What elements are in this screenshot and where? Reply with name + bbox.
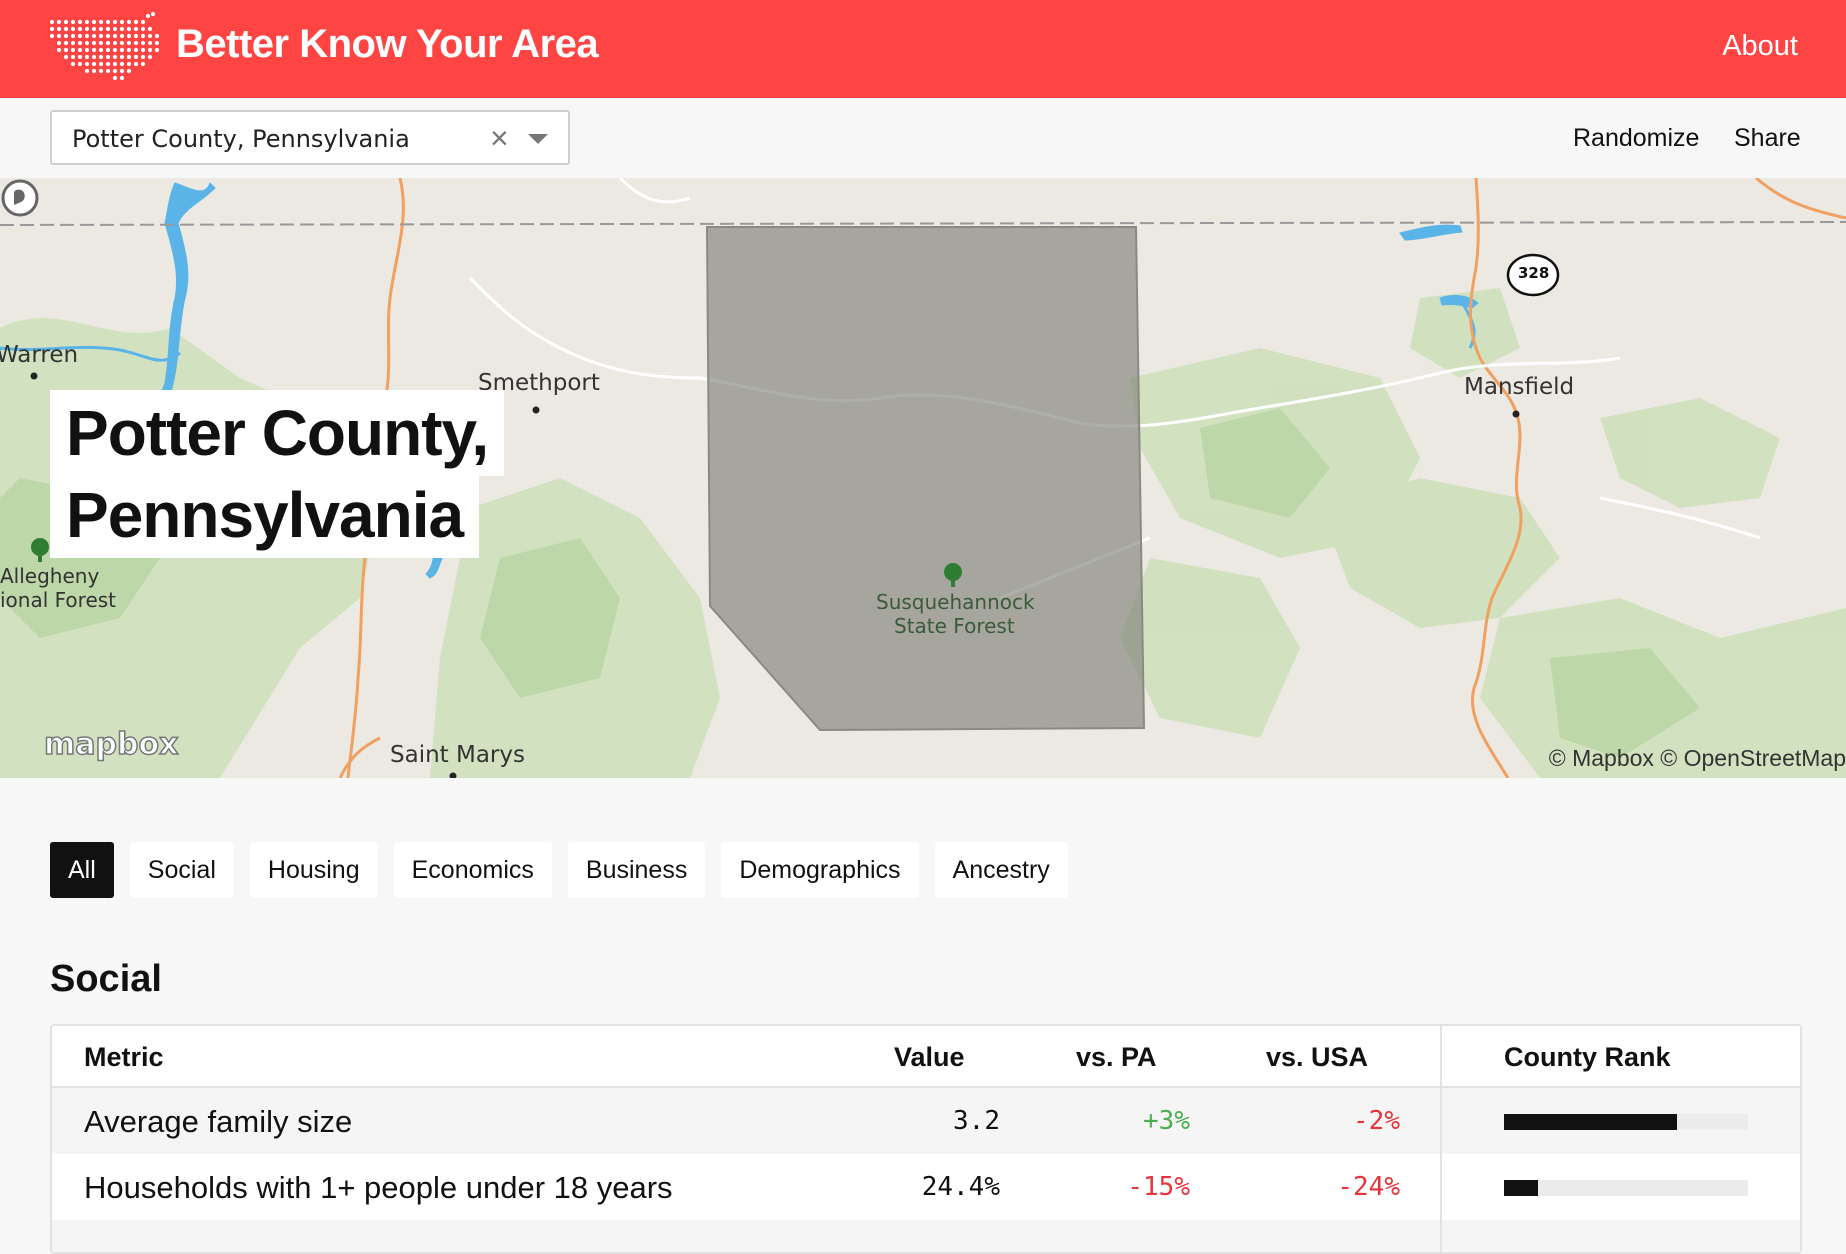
table-row[interactable]: Households with 1+ people under 18 years…	[52, 1154, 1800, 1220]
metric-vs-state: -15%	[1127, 1172, 1190, 1202]
app-header: Better Know Your Area About	[0, 0, 1846, 98]
randomize-button[interactable]: Randomize	[1573, 124, 1699, 153]
rank-column-divider	[1440, 1026, 1442, 1252]
metric-vs-usa: -2%	[1353, 1106, 1400, 1136]
site-title[interactable]: Better Know Your Area	[176, 22, 599, 67]
tab-all[interactable]: All	[50, 842, 114, 898]
toolbar: Potter County, Pennsylvania × Randomize …	[0, 98, 1846, 178]
county-rank-bar	[1504, 1180, 1748, 1196]
tab-social[interactable]: Social	[129, 842, 234, 898]
county-rank-fill	[1504, 1180, 1539, 1196]
map-title-line-2: Pennsylvania	[50, 472, 480, 558]
chevron-down-icon[interactable]	[528, 134, 548, 144]
tab-demographics[interactable]: Demographics	[721, 842, 919, 898]
map-attribution[interactable]: © Mapbox © OpenStreetMap	[1549, 745, 1846, 772]
column-header-county-rank: County Rank	[1504, 1042, 1671, 1072]
metric-value: 3.2	[953, 1106, 1000, 1136]
map-label-susquehannock-2: State Forest	[894, 614, 1015, 638]
column-header-vs-state: vs. PA	[1076, 1042, 1157, 1072]
route-shield-label: 328	[1518, 264, 1550, 282]
mapbox-logo-text: mapbox	[43, 726, 179, 763]
usa-dots-logo-icon[interactable]	[48, 12, 160, 80]
map-label-allegheny: Allegheny	[0, 564, 100, 588]
section-title: Social	[50, 958, 162, 1000]
tab-housing[interactable]: Housing	[249, 842, 378, 898]
map-label-mansfield: Mansfield	[1464, 374, 1575, 400]
area-search-value[interactable]: Potter County, Pennsylvania	[72, 125, 410, 153]
column-header-metric: Metric	[84, 1042, 164, 1072]
county-rank-fill	[1504, 1114, 1678, 1130]
share-button[interactable]: Share	[1734, 124, 1801, 153]
mapbox-logo-icon[interactable]	[0, 178, 170, 218]
area-search-select[interactable]: Potter County, Pennsylvania ×	[50, 110, 570, 165]
tab-business[interactable]: Business	[567, 842, 706, 898]
metric-name: Average family size	[84, 1104, 353, 1139]
metric-value: 24.4%	[921, 1172, 1000, 1202]
map-label-saint-marys: Saint Marys	[390, 742, 525, 768]
tab-ancestry[interactable]: Ancestry	[934, 842, 1068, 898]
about-link[interactable]: About	[1722, 30, 1798, 63]
table-row[interactable]	[52, 1220, 1800, 1252]
column-header-vs-usa: vs. USA	[1266, 1042, 1369, 1072]
map-label-warren: Warren	[0, 342, 79, 368]
tab-economics[interactable]: Economics	[393, 842, 552, 898]
map-label-susquehannock: Susquehannock	[876, 590, 1035, 614]
clear-icon[interactable]: ×	[490, 118, 509, 158]
table-row[interactable]: Average family size 3.2 +3% -2%	[52, 1088, 1800, 1154]
column-header-value: Value	[894, 1042, 965, 1072]
map-label-allegheny-2: ional Forest	[0, 588, 117, 612]
map-title-line-1: Potter County,	[50, 390, 505, 476]
metric-vs-usa: -24%	[1337, 1172, 1400, 1202]
metric-name: Households with 1+ people under 18 years	[84, 1170, 673, 1205]
county-rank-bar	[1504, 1114, 1748, 1130]
metrics-table: Metric Value vs. PA vs. USA County Rank …	[50, 1024, 1802, 1254]
metric-vs-state: +3%	[1143, 1106, 1190, 1136]
area-map[interactable]: Warren Smethport Mansfield Allegheny ion…	[0, 178, 1846, 778]
category-tabs: All Social Housing Economics Business De…	[50, 842, 1068, 898]
